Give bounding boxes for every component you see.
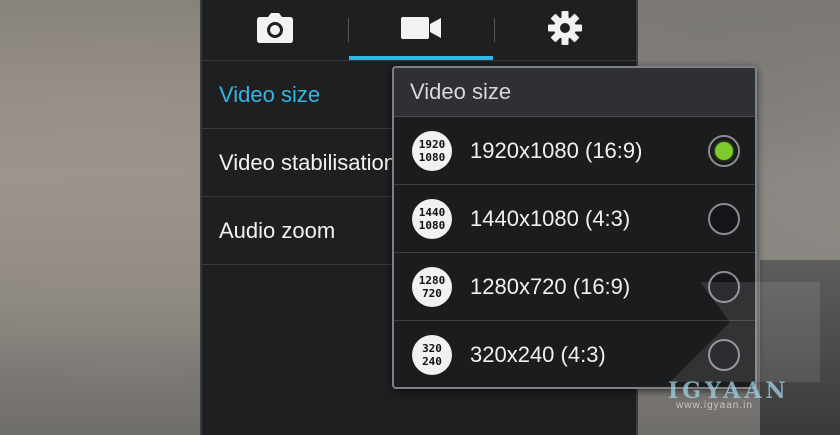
option-label: 1440x1080 (4:3) (470, 205, 631, 231)
video-size-dialog: Video size 1920 1080 1920x1080 (16:9) 144… (392, 66, 757, 389)
resolution-320x240-icon: 320 240 (412, 335, 452, 375)
radio-selected-dot (715, 141, 733, 160)
gear-icon (548, 10, 582, 50)
resolution-1280x720-icon: 1280 720 (412, 266, 452, 307)
menu-item-label: Video size (219, 81, 321, 107)
tab-camera[interactable] (202, 0, 348, 60)
option-label: 1280x720 (16:9) (470, 273, 631, 299)
dialog-title: Video size (394, 68, 755, 116)
option-1440x1080[interactable]: 1440 1080 1440x1080 (4:3) (394, 185, 755, 253)
menu-item-label: Audio zoom (219, 217, 336, 243)
menu-item-label: Video stabilisation (219, 149, 396, 175)
video-camera-icon (401, 16, 441, 45)
radio-button-selected[interactable] (708, 134, 740, 167)
tab-settings[interactable] (494, 0, 636, 60)
watermark-url: www.igyaan.in (676, 400, 753, 411)
resolution-1920x1080-icon: 1920 1080 (412, 130, 452, 171)
tab-video[interactable] (348, 0, 494, 60)
option-1920x1080[interactable]: 1920 1080 1920x1080 (16:9) (394, 117, 755, 185)
camera-icon (256, 12, 294, 48)
resolution-1440x1080-icon: 1440 1080 (412, 198, 452, 239)
option-label: 1920x1080 (16:9) (470, 137, 643, 163)
watermark: IGYAAN www.igyaan.in (668, 378, 828, 428)
option-1280x720[interactable]: 1280 720 1280x720 (16:9) (394, 253, 755, 321)
mode-tabs (202, 0, 636, 60)
option-label: 320x240 (4:3) (470, 342, 606, 367)
radio-button[interactable] (708, 202, 740, 235)
